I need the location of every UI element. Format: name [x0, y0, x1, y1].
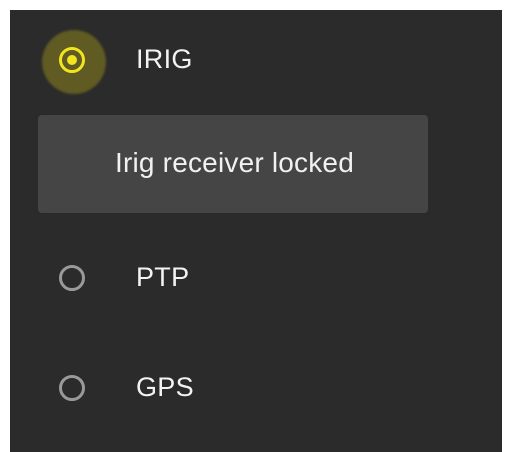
gps-label: GPS	[136, 372, 194, 402]
selected-dot-icon	[67, 55, 77, 65]
status-message-box: Irig receiver locked	[38, 115, 428, 213]
option-irig[interactable]: IRIG	[10, 30, 502, 110]
status-message: Irig receiver locked	[115, 147, 354, 178]
ptp-radio-button[interactable]	[59, 265, 85, 291]
ptp-label: PTP	[136, 262, 190, 292]
irig-radio-button[interactable]	[59, 47, 85, 73]
option-ptp[interactable]: PTP	[10, 248, 502, 328]
option-gps[interactable]: GPS	[10, 358, 502, 438]
irig-label: IRIG	[136, 44, 193, 74]
time-source-panel: IRIG Irig receiver locked PTP GPS	[10, 10, 502, 452]
gps-radio-button[interactable]	[59, 375, 85, 401]
